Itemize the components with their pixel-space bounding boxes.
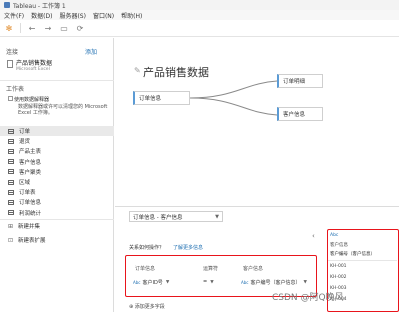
string-type-icon: Abc xyxy=(241,279,249,285)
left-field-select[interactable]: Abc 客户ID号 ▼ xyxy=(133,277,169,287)
sheet-item[interactable]: 利润统计 xyxy=(0,208,114,218)
right-field-select[interactable]: Abc 客户编号（客户信息） ▼ xyxy=(241,277,307,287)
operator-header: 运算符 xyxy=(203,266,219,272)
menu-window[interactable]: 窗口(N) xyxy=(93,11,114,20)
datasource-item[interactable]: 产品销售数据 Microsoft Excel xyxy=(6,58,102,73)
union-icon: ⊞ xyxy=(8,222,14,230)
sheet-label: 区域 xyxy=(19,180,31,187)
watermark: CSDN @阿Q晚风 xyxy=(272,293,344,303)
tableau-logo-icon[interactable]: ✻ xyxy=(4,23,14,33)
operator-value: = xyxy=(203,279,208,285)
menu-server[interactable]: 服务器(S) xyxy=(59,11,86,20)
excel-file-icon xyxy=(7,60,13,68)
menu-bar: 文件(F) 数据(D) 服务器(S) 窗口(N) 帮助(H) xyxy=(0,10,399,20)
table-node-customers[interactable]: 客户信息 xyxy=(277,107,323,121)
interpreter-label: 使用数据解释器 xyxy=(14,97,50,103)
table-icon xyxy=(8,148,14,154)
window-title: Tableau - 工作簿 1 xyxy=(13,2,66,10)
table-node-order-details[interactable]: 订单明细 xyxy=(277,74,323,88)
table-icon xyxy=(8,189,14,195)
sheet-item[interactable]: 订单 xyxy=(0,126,114,137)
extension-icon: ⊡ xyxy=(8,236,14,244)
sheet-item[interactable]: 退货 xyxy=(0,136,114,146)
chevron-down-icon: ▼ xyxy=(303,279,307,285)
collapse-arrow-icon[interactable]: ‹ xyxy=(312,232,315,240)
table-icon xyxy=(8,169,14,175)
sheet-item[interactable]: 客户聚类 xyxy=(0,167,114,177)
save-icon[interactable]: ▭ xyxy=(59,23,69,33)
toolbar-divider xyxy=(20,23,21,33)
right-field-header: 客户信息 xyxy=(243,266,264,272)
sheet-label: 订单表 xyxy=(19,190,36,197)
menu-file[interactable]: 文件(F) xyxy=(4,11,24,20)
string-type-icon: Abc xyxy=(133,279,141,285)
sheet-item[interactable]: 区域 xyxy=(0,177,114,187)
chevron-down-icon: ▼ xyxy=(215,213,219,220)
sidebar-divider xyxy=(0,219,114,220)
add-more-fields-link[interactable]: ⊕ 添加更多字段 xyxy=(129,303,165,310)
new-union-item[interactable]: ⊞ 新建并集 xyxy=(8,222,40,230)
relationship-dropdown[interactable]: 订单信息 - 客户信息 ▼ xyxy=(129,211,223,222)
sheet-label: 退货 xyxy=(19,139,31,146)
table-icon xyxy=(8,159,14,165)
sheet-label: 订单 xyxy=(19,129,31,136)
add-connection-link[interactable]: 添加 xyxy=(85,47,97,56)
refresh-icon[interactable]: ⟳ xyxy=(75,23,85,33)
menu-data[interactable]: 数据(D) xyxy=(31,11,52,20)
table-node-orders[interactable]: 订单信息 xyxy=(133,91,190,105)
preview-table-name: 客户信息 xyxy=(330,243,348,248)
connections-heading: 连接 xyxy=(6,49,19,56)
sheet-list: 订单 退货 产品主表 客户信息 客户聚类 区域 订单表 订单信息 利润统计 xyxy=(0,126,114,218)
sheet-item[interactable]: 订单信息 xyxy=(0,197,114,207)
title-bar: Tableau - 工作簿 1 xyxy=(0,0,399,10)
relationship-question: 关系如何操作？ xyxy=(129,245,165,251)
table-icon xyxy=(8,210,14,216)
sheet-label: 产品主表 xyxy=(19,149,42,156)
data-source-sidebar: 连接 添加 产品销售数据 Microsoft Excel 工作表 使用数据解释器… xyxy=(0,38,114,312)
add-more-fields-label: 添加更多字段 xyxy=(134,304,165,310)
sheet-label: 客户信息 xyxy=(19,159,42,166)
preview-value: KH-001 xyxy=(330,264,347,269)
sheet-item[interactable]: 订单表 xyxy=(0,187,114,197)
sheets-heading: 工作表 xyxy=(6,86,25,93)
operator-select[interactable]: = ▼ xyxy=(203,277,214,287)
sheet-item[interactable]: 产品主表 xyxy=(0,146,114,156)
sheet-label: 利润统计 xyxy=(19,210,42,217)
app-icon xyxy=(4,2,10,8)
datasource-type: Microsoft Excel xyxy=(16,67,50,72)
relationship-dropdown-value: 订单信息 - 客户信息 xyxy=(133,214,183,221)
menu-help[interactable]: 帮助(H) xyxy=(121,11,142,20)
back-icon[interactable]: ← xyxy=(27,23,37,33)
table-icon xyxy=(8,128,14,134)
sheet-item[interactable]: 客户信息 xyxy=(0,157,114,167)
relationship-canvas: ✎ 产品销售数据 订单信息 订单明细 客户信息 xyxy=(115,38,399,206)
new-table-extension-label: 新建表扩展 xyxy=(18,238,46,244)
toolbar: ✻ ← → ▭ ⟳ xyxy=(0,20,399,37)
new-union-label: 新建并集 xyxy=(18,224,41,230)
interpreter-checkbox[interactable] xyxy=(8,96,13,101)
table-icon xyxy=(8,199,14,205)
left-field-header: 订单信息 xyxy=(135,266,156,272)
type-indicator: Abc xyxy=(330,233,339,238)
left-field-value: 客户ID号 xyxy=(142,279,163,286)
chevron-down-icon: ▼ xyxy=(165,279,170,285)
forward-icon[interactable]: → xyxy=(43,23,53,33)
preview-value: KH-002 xyxy=(330,275,347,280)
datasource-name: 产品销售数据 xyxy=(16,60,53,67)
table-icon xyxy=(8,138,14,144)
preview-field-name: 客户编号（客户信息） xyxy=(330,252,375,257)
relationship-lines xyxy=(189,80,278,116)
chevron-down-icon: ▼ xyxy=(210,279,214,285)
sheet-label: 客户聚类 xyxy=(19,169,42,176)
interpreter-description: 数据解释器或许可以清理您的 Microsoft Excel 工作簿。 xyxy=(18,104,108,116)
right-field-value: 客户编号（客户信息） xyxy=(250,279,301,286)
sidebar-divider xyxy=(0,80,114,81)
sheet-label: 订单信息 xyxy=(19,200,42,207)
new-table-extension-item[interactable]: ⊡ 新建表扩展 xyxy=(8,236,46,244)
panel-divider xyxy=(328,260,397,261)
table-icon xyxy=(8,179,14,185)
learn-more-link[interactable]: 了解更多信息 xyxy=(173,244,203,251)
